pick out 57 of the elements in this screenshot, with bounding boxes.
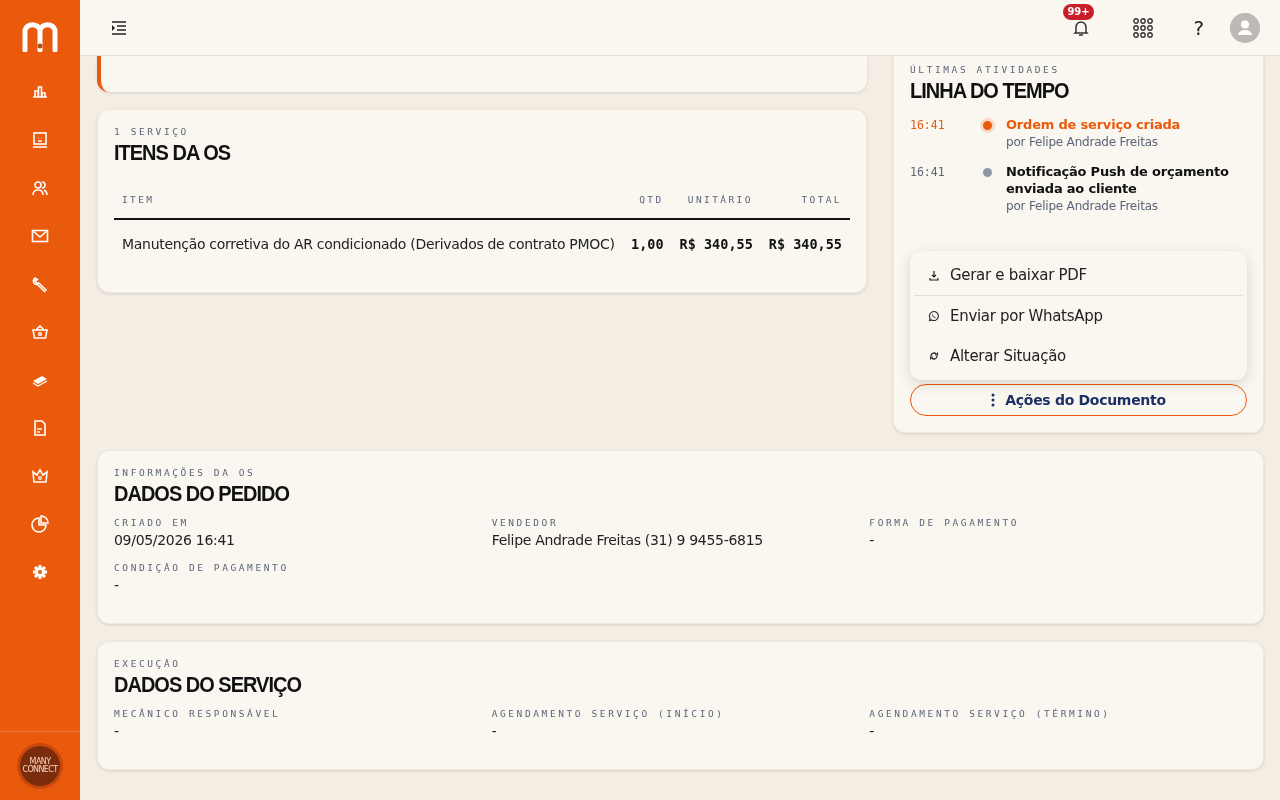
card-title: ITENS DA OS (114, 139, 232, 166)
field-value: - (114, 723, 120, 739)
field-value: 09/05/2026 16:41 (114, 532, 236, 548)
card-eyebrow: EXECUÇÃO (114, 658, 182, 669)
card-title: LINHA DO TEMPO (910, 77, 1070, 104)
menu-item[interactable]: Alterar Situação (914, 336, 1243, 376)
card-title: DADOS DO SERVIÇO (114, 671, 303, 698)
event-author: por Felipe Andrade Freitas (1006, 135, 1159, 149)
field-label: FORMA DE PAGAMENTO (869, 517, 1021, 528)
field-value: - (114, 577, 120, 593)
account-logo[interactable]: MANY CONNECT (20, 746, 60, 786)
menu-toggle-icon[interactable] (110, 19, 128, 36)
event-time: 16:41 (910, 164, 946, 181)
whatsapp-icon (928, 310, 940, 322)
field-value: - (869, 532, 876, 548)
settings-icon[interactable] (30, 562, 50, 582)
card-eyebrow: ÚLTIMAS ATIVIDADES (910, 64, 1061, 75)
field-label: VENDEDOR (491, 517, 560, 528)
field-label: CONDIÇÃO DE PAGAMENTO (114, 562, 290, 573)
pie-chart-icon[interactable] (30, 514, 50, 534)
help-button[interactable]: ? (1193, 15, 1204, 40)
event-author: por Felipe Andrade Freitas (1006, 199, 1159, 213)
column-header: UNITÁRIO (671, 186, 761, 219)
field-value: - (869, 723, 876, 739)
basket-icon[interactable] (30, 322, 50, 342)
field-value: - (491, 723, 498, 739)
table-cell: 1,00 (623, 219, 672, 268)
monitor-icon[interactable] (30, 130, 50, 150)
card-title: DADOS DO PEDIDO (114, 480, 291, 507)
table-cell: R$ 340,55 (760, 219, 850, 268)
avatar-icon[interactable] (1230, 12, 1260, 43)
crown-icon[interactable] (30, 466, 50, 486)
table-cell: Manutenção corretiva do AR condicionado (Derivados de contrato PMOC) (114, 219, 623, 268)
field-value: Felipe Andrade Freitas (31) 9 9455-6815 (491, 532, 764, 548)
menu-item[interactable]: Gerar e baixar PDF (914, 255, 1243, 296)
card-eyebrow: INFORMAÇÕES DA OS (114, 467, 257, 478)
column-header: QTD (623, 186, 672, 219)
notification-badge: 99+ (1063, 3, 1094, 20)
apps-grid-icon[interactable] (1133, 17, 1154, 38)
wrench-icon[interactable] (30, 274, 50, 294)
column-header: TOTAL (760, 186, 850, 219)
event-title: Ordem de serviço criada (1006, 116, 1182, 133)
refresh-icon (928, 350, 940, 362)
table-cell: R$ 340,55 (671, 219, 761, 268)
download-icon (928, 269, 940, 281)
event-title: Notificação Push de orçamento enviada ao cliente (1006, 163, 1230, 197)
field-label: CRIADO EM (114, 517, 190, 528)
more-vertical-icon (991, 393, 996, 407)
event-time: 16:41 (910, 117, 946, 134)
field-label: MECÂNICO RESPONSÁVEL (114, 708, 282, 719)
card-eyebrow: 1 SERVIÇO (114, 126, 190, 137)
field-label: AGENDAMENTO SERVIÇO (TÉRMINO) (869, 708, 1112, 719)
users-icon[interactable] (30, 178, 50, 198)
document-actions-button[interactable]: Ações do Documento (910, 384, 1247, 416)
field-label: AGENDAMENTO SERVIÇO (INÍCIO) (491, 708, 726, 719)
menu-item[interactable]: Enviar por WhatsApp (914, 296, 1243, 336)
column-header: ITEM (114, 186, 623, 219)
